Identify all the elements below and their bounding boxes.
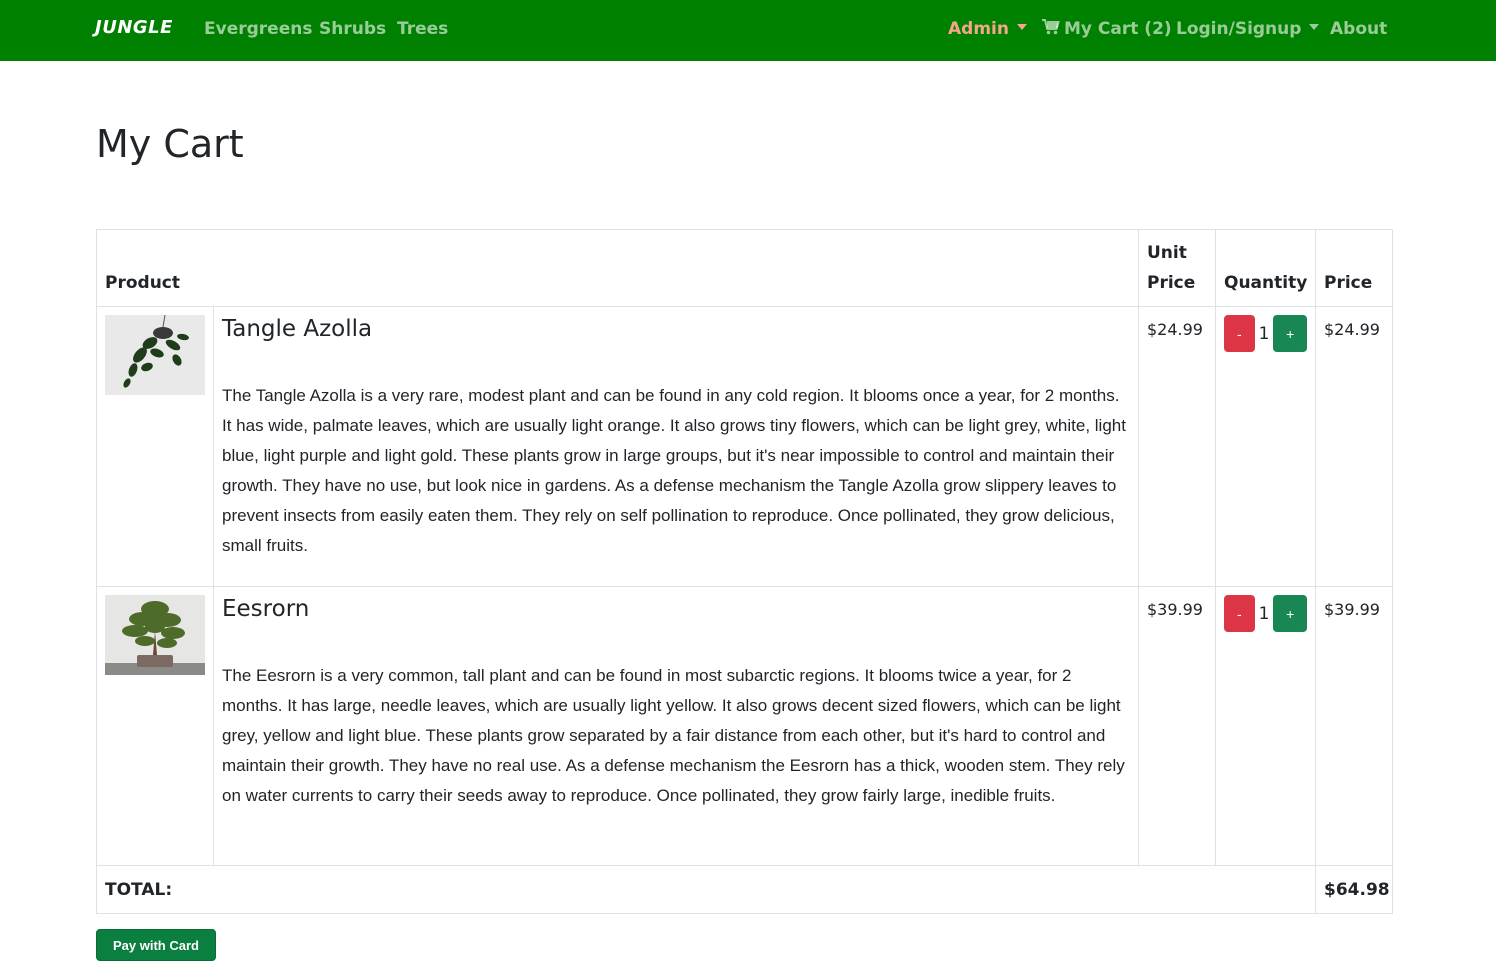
nav-evergreens[interactable]: Evergreens (204, 19, 312, 39)
product-image-cell (96, 586, 214, 866)
table-row: Eesrorn The Eesrorn is a very common, ta… (96, 586, 1393, 866)
my-cart-link[interactable]: My Cart (2) (1042, 19, 1172, 39)
cart-icon (1042, 19, 1060, 35)
page-title: My Cart (96, 122, 244, 166)
quantity-stepper: - 1 + (1224, 315, 1307, 352)
increment-button[interactable]: + (1273, 595, 1307, 632)
nav-trees[interactable]: Trees (397, 19, 448, 39)
header-price: Price (1315, 229, 1393, 307)
chevron-down-icon (1309, 24, 1320, 30)
quantity-value: 1 (1258, 603, 1270, 624)
decrement-button[interactable]: - (1224, 315, 1255, 352)
quantity-cell: - 1 + (1215, 586, 1316, 866)
total-row: TOTAL: $64.98 (96, 865, 1393, 914)
product-image-tangle-azolla[interactable] (105, 315, 205, 395)
product-image-cell (96, 306, 214, 587)
quantity-stepper: - 1 + (1224, 595, 1307, 632)
decrement-button[interactable]: - (1224, 595, 1255, 632)
header-unit-price: Unit Price (1138, 229, 1216, 307)
cart-table: Product Unit Price Quantity Price Tangle… (96, 229, 1393, 914)
product-name: Eesrorn (222, 596, 310, 622)
table-row: Tangle Azolla The Tangle Azolla is a ver… (96, 306, 1393, 587)
product-description: The Tangle Azolla is a very rare, modest… (222, 386, 1126, 555)
total-label: TOTAL: (96, 865, 1316, 914)
quantity-cell: - 1 + (1215, 306, 1316, 587)
total-value: $64.98 (1315, 865, 1393, 914)
line-price: $24.99 (1315, 306, 1393, 587)
product-image-eesrorn[interactable] (105, 595, 205, 675)
quantity-value: 1 (1258, 323, 1270, 344)
admin-dropdown[interactable]: Admin (948, 19, 1027, 39)
header-product: Product (96, 229, 1139, 307)
nav-about[interactable]: About (1330, 19, 1387, 39)
pay-with-card-button[interactable]: Pay with Card (96, 929, 216, 961)
top-navbar: JUNGLE Evergreens Shrubs Trees Admin My … (0, 0, 1496, 61)
login-signup-label: Login/Signup (1176, 19, 1302, 39)
product-info-cell: Eesrorn The Eesrorn is a very common, ta… (213, 586, 1139, 866)
product-name: Tangle Azolla (222, 316, 373, 342)
unit-price: $39.99 (1138, 586, 1216, 866)
unit-price: $24.99 (1138, 306, 1216, 587)
my-cart-label: My Cart (2) (1064, 19, 1172, 39)
admin-label: Admin (948, 19, 1009, 39)
product-info-cell: Tangle Azolla The Tangle Azolla is a ver… (213, 306, 1139, 587)
header-quantity: Quantity (1215, 229, 1316, 307)
chevron-down-icon (1016, 24, 1027, 30)
nav-shrubs[interactable]: Shrubs (319, 19, 386, 39)
product-description: The Eesrorn is a very common, tall plant… (222, 666, 1125, 805)
login-signup-dropdown[interactable]: Login/Signup (1176, 19, 1320, 39)
table-header-row: Product Unit Price Quantity Price (96, 229, 1393, 307)
brand-logo[interactable]: JUNGLE (95, 17, 173, 38)
increment-button[interactable]: + (1273, 315, 1307, 352)
line-price: $39.99 (1315, 586, 1393, 866)
